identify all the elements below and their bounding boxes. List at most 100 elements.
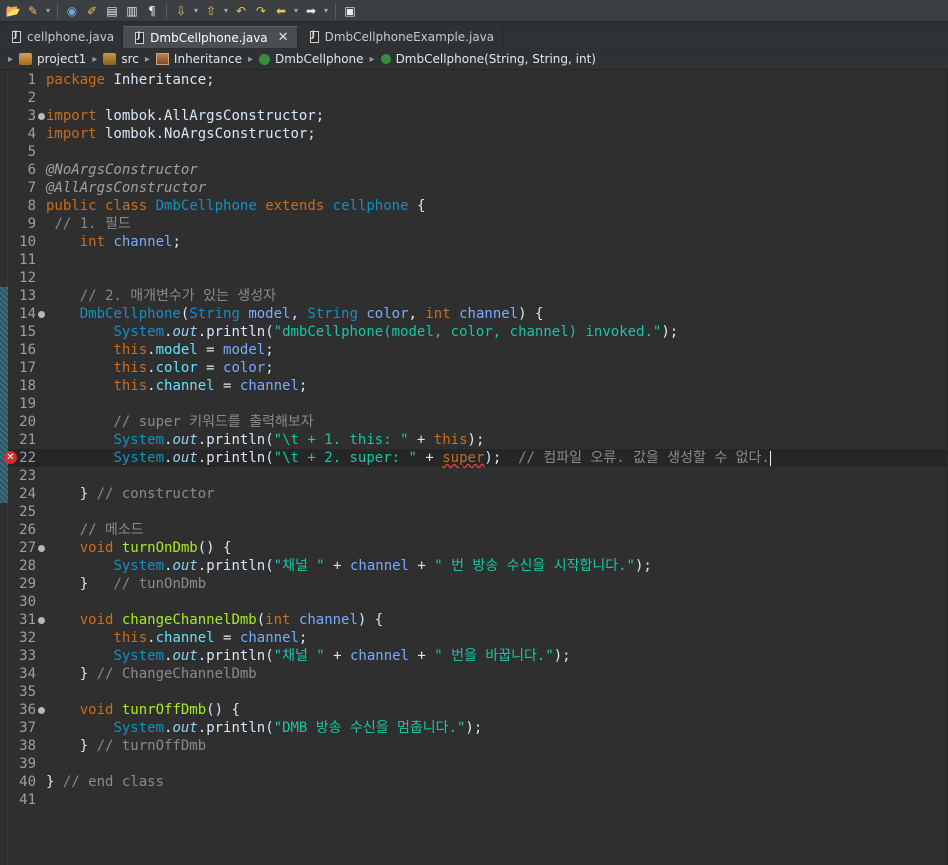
code-line[interactable]: 22 ✕ System.out.println("\t + 2. super: "… <box>4 449 948 467</box>
error-marker-icon[interactable]: ✕ <box>4 451 17 464</box>
code-line[interactable]: 17 this.color = color; <box>8 359 948 377</box>
back-arrow-icon[interactable]: ⬅ <box>272 2 290 20</box>
word-wrap-icon[interactable]: ▤ <box>103 2 121 20</box>
previous-annotation-icon[interactable]: ⇧ <box>202 2 220 20</box>
line-number: 9 <box>27 216 36 232</box>
code-line[interactable]: 37 System.out.println("DMB 방송 수신을 멈춥니다."… <box>8 719 948 737</box>
code-line[interactable]: 35 <box>8 683 948 701</box>
highlight-icon[interactable]: ✐ <box>83 2 101 20</box>
code-line[interactable]: 21 System.out.println("\t + 1. this: " +… <box>8 431 948 449</box>
code-line[interactable]: 23 <box>8 467 948 485</box>
code-line[interactable]: 18 this.channel = channel; <box>8 377 948 395</box>
code-line[interactable]: 3 import lombok.AllArgsConstructor; <box>8 107 948 125</box>
breadcrumb-chevron-icon: ▸ <box>369 53 375 65</box>
breadcrumb-item-constructor[interactable]: DmbCellphone(String, String, int) <box>380 52 596 66</box>
code-line[interactable]: 8 public class DmbCellphone extends cellp… <box>8 197 948 215</box>
breadcrumb-item-project[interactable]: project1 <box>19 52 86 66</box>
code-line[interactable]: 4 import lombok.NoArgsConstructor; <box>8 125 948 143</box>
code-line[interactable]: 41 <box>8 791 948 809</box>
code-area[interactable]: 1 package Inheritance; 2 3 import lombok.All… <box>4 71 948 809</box>
line-number: 28 <box>19 558 36 574</box>
code-line[interactable]: 12 <box>8 269 948 287</box>
code-line[interactable]: 14 DmbCellphone(String model, String col… <box>8 305 948 323</box>
tab-dmbcellphoneexample[interactable]: DmbCellphoneExample.java <box>298 26 504 48</box>
pin-editor-icon[interactable]: ▣ <box>341 2 359 20</box>
code-line[interactable]: 15 System.out.println("dmbCellphone(mode… <box>8 323 948 341</box>
line-number: 41 <box>19 792 36 808</box>
code-line[interactable]: 31 void changeChannelDmb(int channel) { <box>8 611 948 629</box>
toggle-mark-occurrences-icon[interactable]: ◉ <box>63 2 81 20</box>
chevron-down-icon[interactable]: ▾ <box>222 2 230 20</box>
breadcrumb-item-package[interactable]: Inheritance <box>155 52 242 66</box>
code-line[interactable]: 5 <box>8 143 948 161</box>
code-line[interactable]: 25 <box>8 503 948 521</box>
chevron-down-icon[interactable]: ▾ <box>322 2 330 20</box>
code-editor[interactable]: 1 package Inheritance; 2 3 import lombok.All… <box>0 71 948 865</box>
open-folder-icon[interactable]: 📂 <box>4 2 22 20</box>
code-line[interactable]: 34 } // ChangeChannelDmb <box>8 665 948 683</box>
line-number: 23 <box>19 468 36 484</box>
code-line[interactable]: 11 <box>8 251 948 269</box>
close-icon[interactable]: ✕ <box>278 30 289 45</box>
chevron-down-icon[interactable]: ▾ <box>292 2 300 20</box>
breadcrumb-label: project1 <box>37 52 87 66</box>
last-edit-location-icon[interactable]: ↶ <box>232 2 250 20</box>
code-line[interactable]: 6 @NoArgsConstructor <box>8 161 948 179</box>
forward-arrow-icon[interactable]: ➡ <box>302 2 320 20</box>
chevron-down-icon[interactable]: ▾ <box>44 2 52 20</box>
code-line[interactable]: 32 this.channel = channel; <box>8 629 948 647</box>
breadcrumb-item-class[interactable]: DmbCellphone <box>259 52 364 66</box>
fold-toggle-icon[interactable] <box>36 305 46 323</box>
code-line[interactable]: 30 <box>8 593 948 611</box>
fold-toggle-icon[interactable] <box>36 539 46 557</box>
code-line[interactable]: 27 void turnOnDmb() { <box>8 539 948 557</box>
code-line[interactable]: 28 System.out.println("채널 " + channel + … <box>8 557 948 575</box>
chevron-down-icon[interactable]: ▾ <box>192 2 200 20</box>
java-file-icon <box>309 30 319 43</box>
show-whitespace-icon[interactable]: ¶ <box>143 2 161 20</box>
code-line[interactable]: 19 <box>8 395 948 413</box>
tab-cellphone[interactable]: cellphone.java <box>0 26 124 48</box>
code-line[interactable]: 9 // 1. 필드 <box>8 215 948 233</box>
code-line[interactable]: 33 System.out.println("채널 " + channel + … <box>8 647 948 665</box>
code-line[interactable]: 38 } // turnOffDmb <box>8 737 948 755</box>
brush-icon[interactable]: ✎ <box>24 2 42 20</box>
forward-edit-icon[interactable]: ↷ <box>252 2 270 20</box>
breadcrumb-label: src <box>121 52 139 66</box>
line-number: 25 <box>19 504 36 520</box>
code-line[interactable]: 39 <box>8 755 948 773</box>
code-line[interactable]: 20 // super 키워드를 출력해보자 <box>8 413 948 431</box>
breadcrumb-item-src[interactable]: src <box>103 52 139 66</box>
code-line[interactable]: 10 int channel; <box>8 233 948 251</box>
line-number: 39 <box>19 756 36 772</box>
tab-dmbcellphone[interactable]: DmbCellphone.java ✕ <box>123 26 298 48</box>
fold-toggle-icon[interactable] <box>36 701 46 719</box>
code-line[interactable]: 16 this.model = model; <box>8 341 948 359</box>
code-line[interactable]: 7 @AllArgsConstructor <box>8 179 948 197</box>
next-annotation-icon[interactable]: ⇩ <box>172 2 190 20</box>
code-line[interactable]: 40} // end class <box>8 773 948 791</box>
code-line[interactable]: 36 void tunrOffDmb() { <box>8 701 948 719</box>
code-line[interactable]: 13 // 2. 매개변수가 있는 생성자 <box>8 287 948 305</box>
java-file-icon <box>12 30 21 43</box>
code-text: } // tunOnDmb <box>46 576 207 592</box>
code-line[interactable]: 1 package Inheritance; <box>8 71 948 89</box>
code-line[interactable]: 26 // 메소드 <box>8 521 948 539</box>
fold-toggle-icon[interactable] <box>36 611 46 629</box>
code-line[interactable]: 24 } // constructor <box>8 485 948 503</box>
block-selection-icon[interactable]: ▥ <box>123 2 141 20</box>
code-line[interactable]: 29 } // tunOnDmb <box>8 575 948 593</box>
code-text: import lombok.AllArgsConstructor; <box>46 108 325 124</box>
fold-toggle-icon[interactable] <box>36 107 46 125</box>
code-line[interactable]: 2 <box>8 89 948 107</box>
